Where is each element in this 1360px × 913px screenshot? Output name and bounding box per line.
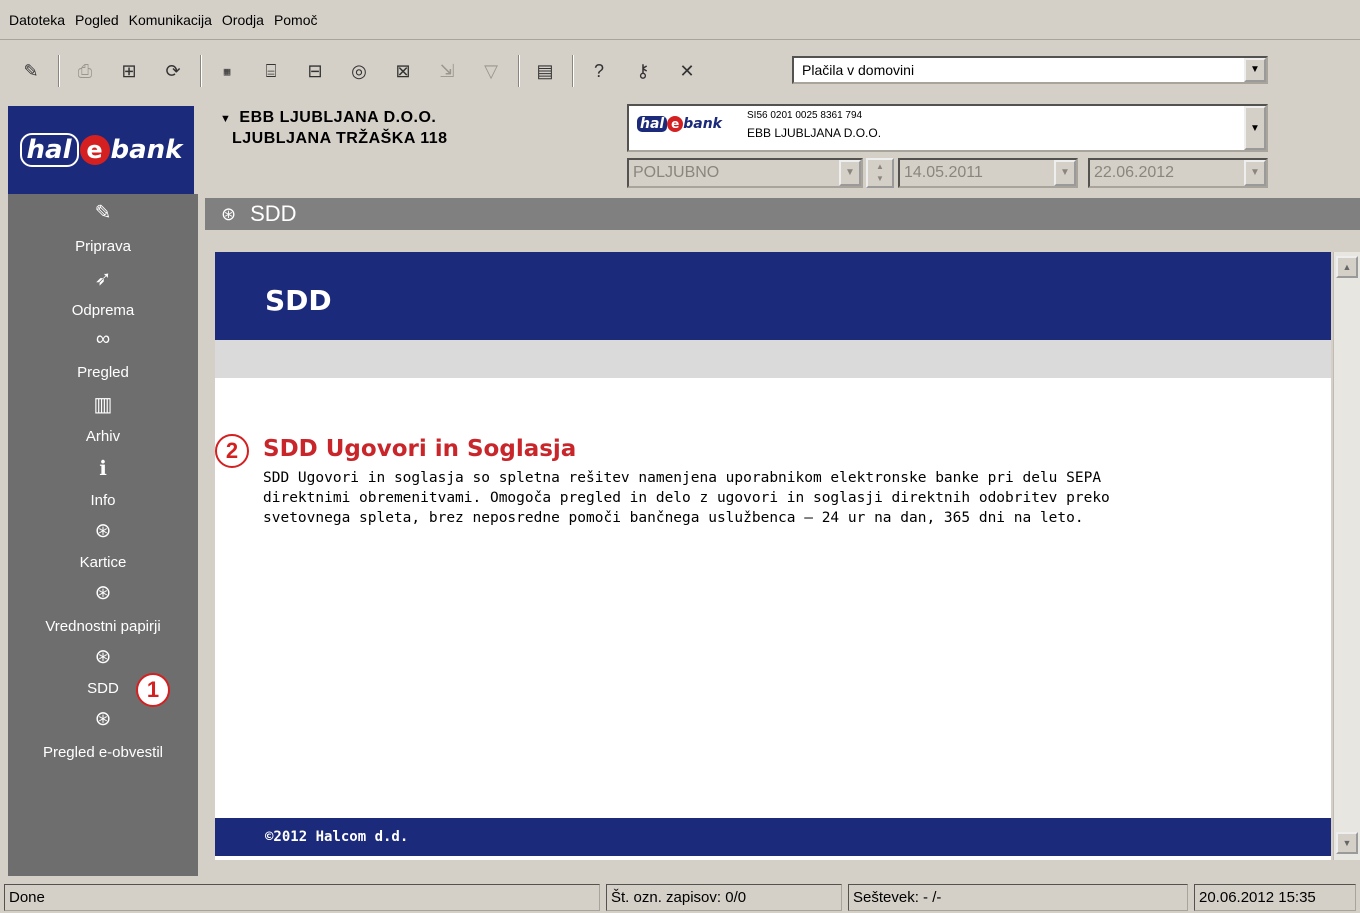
status-records: Št. ozn. zapisov: 0/0 (606, 884, 842, 911)
sidebar-item-kartice[interactable]: Kartice (8, 554, 198, 571)
info-icon[interactable]: ℹ (8, 456, 198, 481)
filter-icon[interactable]: ▽ (474, 54, 508, 88)
import-icon[interactable]: ⊟ (298, 54, 332, 88)
menu-bar: Datoteka Pogled Komunikacija Orodja Pomo… (0, 0, 1360, 40)
callout-marker-1: 1 (136, 673, 170, 707)
tools-icon[interactable]: ✕ (670, 54, 704, 88)
company-address: LJUBLJANA TRŽAŠKA 118 (232, 130, 448, 147)
wand-icon[interactable]: ✎ (14, 54, 48, 88)
calculator-icon[interactable]: ▤ (528, 54, 562, 88)
page-title: SDD (250, 201, 297, 226)
globe-icon[interactable]: ⊛ (8, 518, 198, 543)
logo-e: e (79, 135, 110, 165)
binoculars-icon[interactable]: ∞ (8, 328, 198, 351)
status-datetime: 20.06.2012 15:35 (1194, 884, 1356, 911)
globe-icon[interactable]: ⊛ (8, 644, 198, 669)
toolbar-separator (200, 55, 202, 87)
sidebar-item-pregled[interactable]: Pregled (8, 364, 198, 381)
globe-icon[interactable]: ⊛ (8, 580, 198, 605)
scroll-up-icon[interactable]: ▲ (1336, 256, 1358, 278)
content-footer: ©2012 Halcom d.d. (215, 818, 1331, 856)
company-selector[interactable]: ▼ EBB LJUBLJANA D.O.O. LJUBLJANA TRŽAŠKA … (220, 108, 448, 148)
view-select-value: Plačila v domovini (802, 62, 915, 78)
menu-pogled[interactable]: Pogled (70, 0, 124, 40)
chevron-down-icon[interactable]: ▼ (1054, 160, 1076, 186)
description-line: svetovnega spleta, brez neposredne pomoč… (263, 510, 1084, 526)
sidebar-item-priprava[interactable]: Priprava (8, 238, 198, 255)
chevron-down-icon[interactable]: ▼ (839, 160, 861, 186)
sdd-description: SDD Ugovori in soglasja so spletna rešit… (263, 468, 1263, 528)
export-icon[interactable]: ⇲ (430, 54, 464, 88)
sidebar-item-vrednostni-papirji[interactable]: Vrednostni papirji (8, 618, 198, 635)
chevron-down-icon[interactable]: ▼ (1244, 106, 1266, 150)
globe-icon: ⊛ (221, 203, 237, 224)
menu-komunikacija[interactable]: Komunikacija (124, 0, 217, 40)
content-banner: SDD (215, 252, 1331, 340)
toolbar-separator (518, 55, 520, 87)
page-title-bar: ⊛ SDD (205, 198, 1360, 230)
scroll-down-icon[interactable]: ▼ (1336, 832, 1358, 854)
triangle-down-icon[interactable]: ▼ (220, 113, 231, 125)
status-text: Done (4, 884, 600, 911)
chevron-down-icon[interactable]: ▼ (1244, 160, 1266, 186)
company-name: EBB LJUBLJANA D.O.O. (239, 109, 437, 126)
view-select[interactable]: Plačila v domovini ▼ (792, 56, 1268, 84)
callout-marker-2: 2 (215, 434, 249, 468)
account-logo-e: e (667, 116, 684, 132)
menu-datoteka[interactable]: Datoteka (4, 0, 70, 40)
globe-icon[interactable]: ⊛ (8, 706, 198, 731)
send-icon[interactable]: ➶ (8, 266, 198, 291)
cd-icon[interactable]: ◎ (342, 54, 376, 88)
binary-icon[interactable]: ▦ (210, 54, 244, 88)
stamp-icon[interactable]: ⊠ (386, 54, 420, 88)
spin-down-icon[interactable]: ▼ (876, 173, 884, 185)
book-icon[interactable]: ⊞ (112, 54, 146, 88)
sdd-heading-link[interactable]: SDD Ugovori in Soglasja (263, 436, 576, 462)
print-icon[interactable]: ⎙ (68, 54, 102, 88)
type-filter-select[interactable]: POLJUBNO ▼ (627, 158, 863, 188)
edit-icon[interactable]: ✎ (8, 200, 198, 225)
status-sum: Seštevek: - /- (848, 884, 1188, 911)
help-icon[interactable]: ? (582, 54, 616, 88)
date-to-value: 22.06.2012 (1094, 164, 1175, 181)
chevron-down-icon[interactable]: ▼ (1244, 58, 1266, 82)
content-pane: SDD 2 SDD Ugovori in Soglasja SDD Ugovor… (215, 252, 1331, 860)
date-from-value: 14.05.2011 (904, 164, 983, 181)
toolbar: ✎ ⎙ ⊞ ⟳ ▦ ⌸ ⊟ ◎ ⊠ ⇲ ▽ ▤ ? ⚷ ✕ Plačila v … (0, 46, 1360, 96)
sidebar-item-pregled-e-obvestil[interactable]: Pregled e-obvestil (8, 744, 198, 761)
account-logo-hal: hal (637, 116, 668, 132)
spinner-control[interactable]: ▲ ▼ (866, 158, 894, 188)
toolbar-separator (572, 55, 574, 87)
content-divider (215, 340, 1331, 378)
vertical-scrollbar[interactable]: ▲ ▼ (1333, 252, 1360, 860)
date-to-field[interactable]: 22.06.2012 ▼ (1088, 158, 1268, 188)
menu-orodja[interactable]: Orodja (217, 0, 269, 40)
type-filter-value: POLJUBNO (633, 164, 720, 181)
logo-hal: hal (19, 133, 79, 167)
account-select[interactable]: hal e bank SI56 0201 0025 8361 794 EBB L… (627, 104, 1268, 152)
sidebar-item-info[interactable]: Info (8, 492, 198, 509)
halebank-logo: hal e bank (8, 106, 194, 194)
refresh-icon[interactable]: ⟳ (156, 54, 190, 88)
menu-pomoc[interactable]: Pomoč (269, 0, 323, 40)
sidebar-item-odprema[interactable]: Odprema (8, 302, 198, 319)
archive-icon[interactable]: ▥ (8, 392, 198, 417)
printer-list-icon[interactable]: ⌸ (254, 54, 288, 88)
spin-up-icon[interactable]: ▲ (876, 161, 884, 173)
account-logo-bank: bank (683, 116, 722, 132)
account-bank-logo: hal e bank (637, 116, 722, 132)
toolbar-separator (58, 55, 60, 87)
date-from-field[interactable]: 14.05.2011 ▼ (898, 158, 1078, 188)
account-name: EBB LJUBLJANA D.O.O. (747, 126, 882, 140)
key-icon[interactable]: ⚷ (626, 54, 660, 88)
description-line: direktnimi obremenitvami. Omogoča pregle… (263, 490, 1110, 506)
sidebar-item-arhiv[interactable]: Arhiv (8, 428, 198, 445)
description-line: SDD Ugovori in soglasja so spletna rešit… (263, 470, 1102, 486)
status-bar: Done Št. ozn. zapisov: 0/0 Seštevek: - /… (0, 880, 1360, 913)
logo-bank: bank (110, 135, 183, 165)
sidebar: ✎ Priprava ➶ Odprema ∞ Pregled ▥ Arhiv ℹ… (8, 194, 198, 876)
account-iban: SI56 0201 0025 8361 794 (747, 110, 863, 121)
